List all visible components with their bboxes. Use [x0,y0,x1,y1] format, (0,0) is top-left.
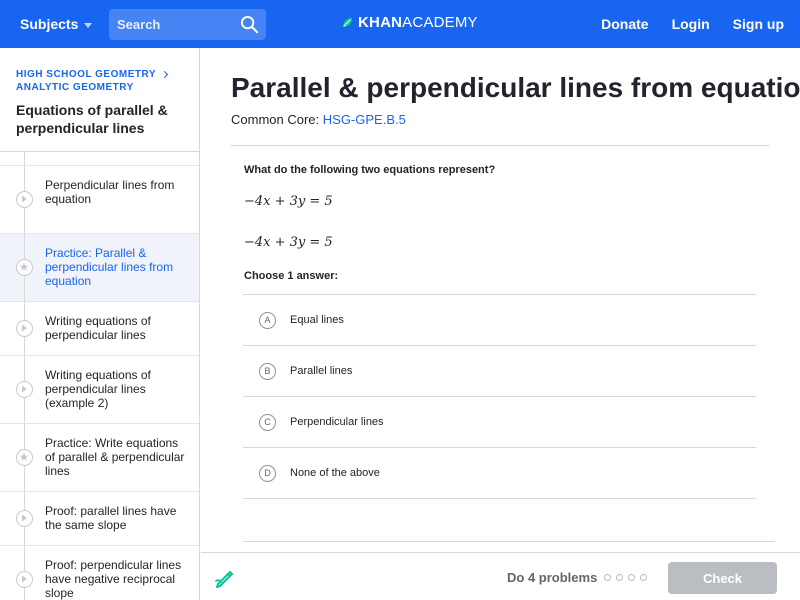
progress-dot [628,574,635,581]
exercise-panel: Parallel & perpendicular lines from equa… [201,48,800,552]
choice-text: Perpendicular lines [290,416,384,428]
khan-academy-logo[interactable]: KHAN ACADEMY [341,14,478,31]
sidebar-item-label: Proof: parallel lines have the same slop… [45,504,177,532]
scratchpad-pencil-icon[interactable] [213,567,235,589]
title-divider [231,145,769,146]
sidebar-item-proof-parallel-video[interactable]: Proof: parallel lines have the same slop… [0,492,199,546]
choice-b[interactable]: B Parallel lines [243,346,756,397]
sidebar-item-label: Proof: perpendicular lines have negative… [45,558,182,600]
equation-1: −4x + 3y = 5 [244,194,333,209]
sidebar-item-label: Writing equations of perpendicular lines… [45,368,151,410]
choice-d[interactable]: D None of the above [243,448,756,499]
search-input[interactable] [109,9,237,40]
play-icon [16,191,33,208]
sidebar-item-label: Practice: Parallel & perpendicular lines… [45,246,174,288]
choice-c[interactable]: C Perpendicular lines [243,397,756,448]
common-core-link[interactable]: HSG-GPE.B.5 [323,112,406,127]
subjects-menu[interactable]: Subjects [20,16,93,32]
equation-2: −4x + 3y = 5 [244,235,333,250]
choice-a[interactable]: A Equal lines [243,295,756,346]
breadcrumb-unit-link[interactable]: ANALYTIC GEOMETRY [16,81,167,94]
sidebar-item-partial[interactable] [0,152,199,166]
sidebar-item-practice-write-equations[interactable]: Practice: Write equations of parallel & … [0,424,199,492]
brand-text-khan: KHAN [358,14,403,31]
star-icon [16,259,33,276]
choose-answer-label: Choose 1 answer: [244,270,339,282]
sidebar-item-list: Perpendicular lines from equation Practi… [0,152,199,600]
breadcrumb-course-link[interactable]: HIGH SCHOOL GEOMETRY [16,68,156,81]
caret-down-icon [84,22,93,28]
top-navigation-bar: Subjects KHANACADEMY Donate Login Sign u… [0,0,800,48]
common-core-label: Common Core: [231,112,320,127]
problem-goal-label: Do 4 problems [507,570,598,585]
sidebar-item-writing-perpendicular-video[interactable]: Writing equations of perpendicular lines [0,302,199,356]
sidebar-item-label: Perpendicular lines from equation [45,178,175,206]
exercise-footer: Do 4 problems Check [201,552,800,600]
breadcrumb: HIGH SCHOOL GEOMETRY ANALYTIC GEOMETRY [16,68,169,94]
progress-dot [604,574,611,581]
choice-text: Parallel lines [290,365,353,377]
sidebar-lesson-title: Equations of parallel & perpendicular li… [16,102,168,136]
choice-letter-badge: C [259,414,276,431]
sidebar-item-proof-perpendicular-video[interactable]: Proof: perpendicular lines have negative… [0,546,199,600]
choice-text: Equal lines [290,314,344,326]
brand-text-academy: ACADEMY [402,14,478,31]
sidebar-item-label: Practice: Write equations of parallel & … [45,436,185,478]
top-nav-links: Donate Login Sign up [601,16,784,32]
search-box [109,9,266,40]
choice-text: None of the above [290,467,380,479]
sidebar-item-writing-perpendicular-example2-video[interactable]: Writing equations of perpendicular lines… [0,356,199,424]
subjects-label: Subjects [20,16,79,32]
star-icon [16,449,33,466]
sidebar-item-label: Writing equations of perpendicular lines [45,314,151,342]
sidebar-item-practice-parallel-perpendicular[interactable]: Practice: Parallel & perpendicular lines… [0,234,199,302]
play-icon [16,571,33,588]
choice-letter-badge: B [259,363,276,380]
donate-link[interactable]: Donate [601,16,648,32]
progress-dots [604,574,647,581]
login-link[interactable]: Login [672,16,710,32]
content-divider [243,541,775,542]
leaf-logo-icon [342,17,353,28]
progress-dot [640,574,647,581]
play-icon [16,381,33,398]
signup-link[interactable]: Sign up [733,16,784,32]
search-icon[interactable] [240,15,259,34]
lesson-sidebar: HIGH SCHOOL GEOMETRY ANALYTIC GEOMETRY E… [0,48,200,600]
sidebar-item-perpendicular-lines-video[interactable]: Perpendicular lines from equation [0,166,199,234]
play-icon [16,510,33,527]
choice-letter-badge: D [259,465,276,482]
play-icon [16,320,33,337]
common-core-standard: Common Core: HSG-GPE.B.5 [231,112,406,127]
chevron-right-icon [160,70,169,79]
check-button[interactable]: Check [668,562,777,594]
progress-dot [616,574,623,581]
answer-choices: A Equal lines B Parallel lines C Perpend… [243,294,756,499]
page-title: Parallel & perpendicular lines from equa… [231,72,800,103]
choice-letter-badge: A [259,312,276,329]
question-prompt: What do the following two equations repr… [244,164,496,176]
